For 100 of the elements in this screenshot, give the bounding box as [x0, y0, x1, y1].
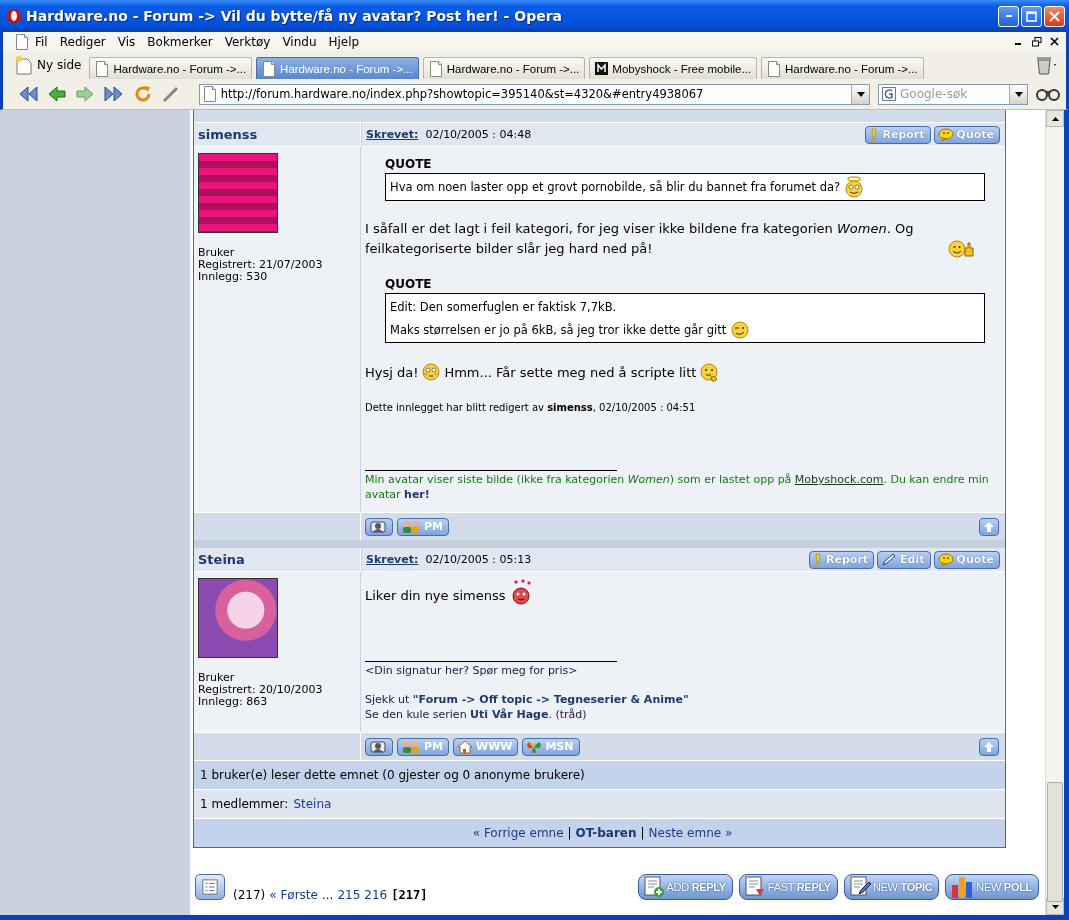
up-arrow-icon	[983, 740, 995, 753]
wink-smiley-icon	[730, 319, 751, 341]
signature-text: Min avatar viser siste bilde (ikke fra kategorien Women) som er lastet opp på Mobyshock.com. Du kan endre min avatar her!	[365, 472, 990, 502]
registration-date: Registrert: 21/07/2003	[198, 259, 324, 271]
post-date: 02/10/2005 : 04:48	[425, 128, 533, 141]
members-label: 1 medlemmer:	[200, 797, 289, 811]
page-link[interactable]: 215	[337, 888, 361, 902]
maximize-button[interactable]	[1021, 5, 1042, 27]
favicon-icon	[595, 62, 609, 75]
menu-item[interactable]: Verktøy	[218, 34, 277, 49]
post-text: Liker din nye simenss	[365, 587, 506, 605]
rewind-icon[interactable]	[17, 84, 39, 104]
page-icon	[202, 86, 217, 102]
post-count: Innlegg: 863	[198, 696, 269, 708]
quote-label: QUOTE	[385, 277, 433, 291]
search-field[interactable]: Google-søk	[878, 83, 1028, 105]
menu-item[interactable]: Vindu	[276, 34, 323, 49]
trash-button[interactable]	[1034, 55, 1058, 75]
document-arrow-icon	[743, 876, 766, 898]
profile-icon	[369, 518, 387, 535]
thumbs-up-smiley-icon	[948, 239, 974, 259]
registration-date: Registrert: 20/10/2003	[198, 684, 324, 696]
post-text: Hysj da!	[365, 364, 419, 382]
menu-item[interactable]: Vis	[111, 34, 142, 49]
written-link[interactable]: Skrevet:	[366, 553, 419, 566]
list-icon	[202, 878, 218, 896]
page-icon	[428, 60, 443, 77]
current-page: [217]	[391, 888, 428, 902]
menu-item[interactable]: Fil	[29, 34, 54, 49]
embarrassed-smiley-icon	[421, 361, 442, 383]
page-icon	[767, 60, 781, 77]
down-arrow-icon	[1051, 904, 1059, 909]
speech-bubble-icon	[937, 127, 954, 142]
post-text: Hva om noen laster opp et grovt pornobilde, så blir du bannet fra forumet da?	[390, 180, 841, 194]
close-icon	[1049, 10, 1060, 22]
bar-chart-icon	[950, 875, 975, 899]
page-icon	[262, 60, 277, 77]
dropdown-arrow-icon	[1014, 91, 1023, 97]
browser-tab[interactable]: Hardware.no - Forum ->...	[422, 57, 586, 79]
menu-item[interactable]: Rediger	[53, 34, 112, 49]
profile-icon	[369, 738, 387, 755]
edit-note: Dette innlegget har blitt redigert av simenss, 02/10/2005 : 04:51	[365, 401, 697, 415]
member-rank: Bruker	[198, 672, 236, 684]
glasses-icon[interactable]	[1036, 86, 1060, 102]
back-to-top-button[interactable]	[979, 737, 999, 756]
browser-tab[interactable]: Hardware.no - Forum ->...	[761, 57, 924, 79]
back-to-top-button[interactable]	[979, 517, 999, 536]
exclamation-icon	[869, 127, 880, 142]
search-input[interactable]: Google-søk	[900, 87, 1005, 101]
search-engine-icon	[882, 87, 896, 101]
back-icon[interactable]	[46, 84, 67, 104]
menu-item[interactable]: Bokmerker	[141, 34, 219, 49]
page-count: (217)	[233, 888, 266, 902]
new-tab-button[interactable]: Ny side	[15, 53, 82, 77]
browser-tab[interactable]: Mobyshock - Free mobile...	[589, 57, 757, 79]
up-arrow-icon	[983, 520, 995, 533]
close-icon	[1050, 37, 1059, 46]
topic-nav-link[interactable]: Neste emne »	[648, 826, 733, 840]
scroll-up-button[interactable]	[1046, 110, 1064, 127]
written-link[interactable]: Skrevet:	[366, 128, 419, 141]
speech-bubble-icon	[937, 552, 954, 567]
close-button[interactable]	[1044, 5, 1065, 27]
signature-text: Se den kule serien Uti Vår Hage. (tråd)	[365, 707, 588, 722]
page-link[interactable]: 216	[364, 888, 388, 902]
minimize-button[interactable]	[998, 5, 1019, 27]
up-arrow-icon	[1051, 116, 1059, 121]
separator-text: |	[640, 826, 645, 840]
signature-link[interactable]: her!	[404, 488, 430, 501]
quote-label: QUOTE	[385, 157, 433, 171]
address-field[interactable]: http://forum.hardware.no/index.php?showtopic=395140&st=4320&#entry4938067	[198, 83, 870, 105]
post-text: Maks størrelsen er jo på 6kB, så jeg tror ikke dette går gitt	[390, 323, 727, 337]
topic-nav-link[interactable]: « Forrige emne	[472, 826, 564, 840]
post-text: Hmm... Får sette meg ned å scripte litt	[444, 364, 697, 382]
post-date: 02/10/2005 : 05:13	[425, 553, 533, 566]
ellipsis-text: ...	[321, 888, 334, 902]
document-plus-icon	[642, 876, 665, 898]
author-name[interactable]: Steina	[198, 552, 245, 567]
page-icon	[95, 60, 110, 77]
page-icon	[15, 33, 29, 50]
restore-document-button[interactable]	[1029, 34, 1044, 49]
menu-item[interactable]: Hjelp	[322, 34, 366, 49]
post-text: I såfall er det lagt i feil kategori, for jeg viser ikke bildene fra kategorien Women. Og feilkategoriserte bilder slår jeg hard ned på!	[365, 220, 915, 258]
fast-forward-icon[interactable]	[102, 84, 125, 104]
profile-action-button[interactable]	[365, 737, 393, 756]
maximize-icon	[1026, 10, 1037, 22]
people-icon	[401, 739, 421, 754]
scrollbar-thumb[interactable]	[1047, 782, 1063, 902]
browser-tab[interactable]: Hardware.no - Forum ->...	[89, 57, 253, 79]
app-icon	[6, 8, 22, 24]
page-jump-button[interactable]	[195, 874, 225, 900]
post-text: Edit: Den somerfuglen er faktisk 7,7kB.	[390, 300, 617, 314]
signature-text: Sjekk ut "Forum -> Off topic -> Tegneserier & Anime"	[365, 692, 690, 707]
member-link[interactable]: Steina	[293, 797, 332, 811]
new-page-icon	[15, 55, 33, 75]
page-link[interactable]: « Første	[269, 888, 318, 902]
minimize-icon	[1005, 15, 1012, 17]
people-icon	[401, 519, 421, 534]
profile-action-button[interactable]	[365, 517, 393, 536]
window-title: Hardware.no - Forum -> Vil du bytte/få ny avatar? Post her! - Opera	[26, 8, 564, 24]
forum-link[interactable]: OT-baren	[575, 826, 637, 840]
